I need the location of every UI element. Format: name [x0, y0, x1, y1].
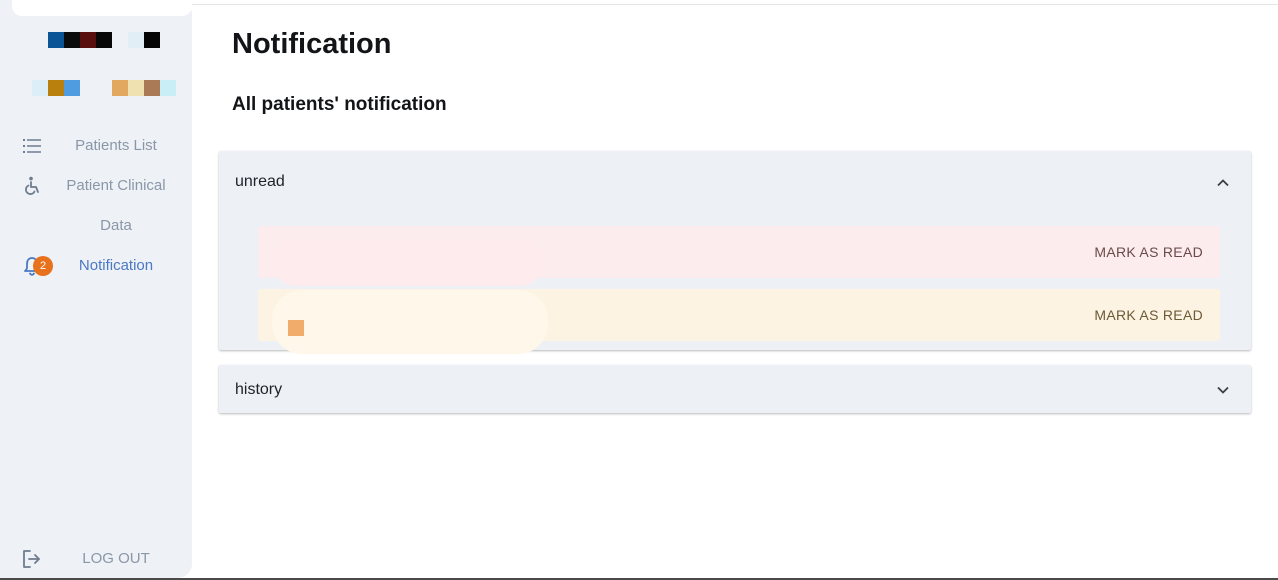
redacted-content: [288, 320, 304, 336]
top-divider: [192, 4, 1278, 5]
redacted-content: [272, 238, 544, 286]
sidebar-item-patient-clinical-data[interactable]: Patient Clinical Data: [0, 166, 192, 246]
chevron-down-icon: [1217, 386, 1229, 394]
history-panel-title: history: [235, 381, 283, 398]
sidebar-item-label: Patient Clinical Data: [66, 177, 166, 234]
unread-panel-header[interactable]: unread: [219, 151, 1251, 213]
history-panel: history: [219, 365, 1251, 413]
redacted-content: [272, 290, 548, 354]
sidebar-item-notification[interactable]: Notification: [0, 246, 192, 286]
logout-label: LOG OUT: [82, 550, 150, 567]
sidebar-item-patients-list[interactable]: Patients List: [0, 126, 192, 166]
history-panel-header[interactable]: history: [219, 365, 1251, 413]
accessible-icon: [25, 176, 39, 195]
logout-button[interactable]: LOG OUT: [0, 539, 192, 579]
notification-count-badge: 2: [33, 256, 53, 276]
sidebar-item-label: Patients List: [75, 137, 157, 154]
sidebar: Patients List Patient Clinical Data Noti…: [0, 0, 192, 578]
chevron-up-icon: [1217, 179, 1229, 187]
sidebar-item-label: Notification: [78, 257, 154, 274]
mark-as-read-button[interactable]: MARK AS READ: [1094, 307, 1203, 323]
page-title: Notification: [232, 28, 392, 60]
mark-as-read-button[interactable]: MARK AS READ: [1094, 244, 1203, 260]
logout-icon: [23, 550, 40, 568]
section-subtitle: All patients' notification: [232, 94, 447, 115]
list-icon: [23, 139, 41, 153]
logo-area: [12, 0, 192, 16]
unread-panel-title: unread: [235, 173, 285, 190]
